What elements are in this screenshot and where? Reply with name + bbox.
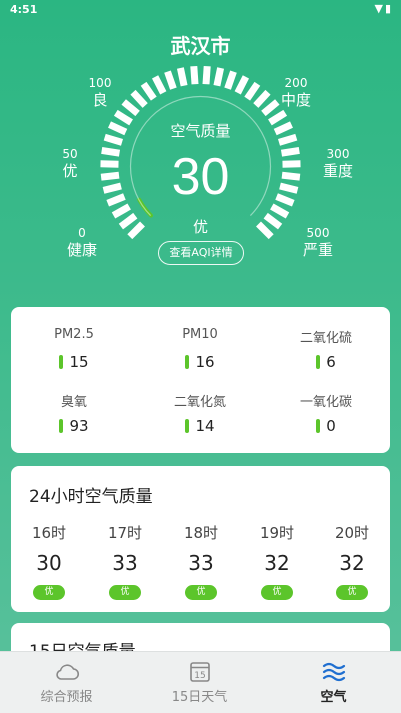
level-bar <box>185 355 190 369</box>
gauge-tick <box>213 67 225 87</box>
aqi-level-badge: 优 <box>336 585 368 600</box>
pollutant-card: PM2.5 15 PM10 16 二氧化硫 6 臭氧 93 二氧化氮 14 一氧… <box>11 307 390 453</box>
level-bar <box>59 419 64 433</box>
pollutant-pm10: PM10 16 <box>182 327 218 371</box>
hourly-aqi-card[interactable]: 24小时空气质量 16时 30 优 17时 33 优 18时 33 优 19时 … <box>11 466 390 612</box>
gauge-title: 空气质量 <box>170 122 231 140</box>
pollutant-pm25: PM2.5 15 <box>54 327 94 371</box>
level-bar <box>316 355 321 369</box>
aqi-value: 30 <box>171 148 230 206</box>
gauge-tick <box>140 81 157 101</box>
pollutant-so2: 二氧化硫 6 <box>299 331 352 371</box>
level-bar <box>59 355 64 369</box>
hour-item: 17时 33 优 <box>87 522 163 600</box>
nav-tab-air[interactable]: 空气 <box>267 652 400 713</box>
wifi-icon: ▼ <box>374 2 385 15</box>
hour-item: 20时 32 优 <box>314 522 390 600</box>
bottom-nav: 综合预报 15 15日天气 空气 <box>0 651 401 713</box>
city-title: 武汉市 <box>170 34 231 58</box>
gauge-tick <box>234 75 250 95</box>
scale-label-200: 200 中度 <box>280 76 311 109</box>
gauge-tick <box>202 65 211 85</box>
hour-item: 18时 33 优 <box>163 522 239 600</box>
hour-item: 16时 30 优 <box>11 522 87 600</box>
status-time: 4:51 <box>10 3 38 16</box>
gauge-tick <box>151 75 167 95</box>
gauge-tick <box>244 81 261 101</box>
aqi-level-badge: 优 <box>109 585 141 600</box>
aqi-level-badge: 优 <box>185 585 217 600</box>
status-bar: 4:51 ▼▮ <box>0 0 401 18</box>
gauge-tick <box>224 70 237 90</box>
gauge-tick <box>130 89 148 108</box>
wind-waves-icon <box>322 662 345 682</box>
gauge-tick <box>190 65 199 85</box>
calendar-15-icon: 15 <box>189 662 210 682</box>
hour-item: 19时 32 优 <box>239 522 315 600</box>
hourly-aqi-title: 24小时空气质量 <box>29 487 153 507</box>
pollutant-co: 一氧化碳 0 <box>299 395 352 435</box>
aqi-level-badge: 优 <box>261 585 293 600</box>
gauge-tick <box>164 70 177 90</box>
status-icons: ▼▮ <box>374 2 393 15</box>
gauge-tick <box>270 203 290 219</box>
aqi-level: 优 <box>192 218 208 236</box>
pollutant-o3: 臭氧 93 <box>59 395 89 435</box>
scale-label-100: 100 良 <box>88 76 112 109</box>
calendar-icon-text: 15 <box>194 671 205 681</box>
level-bar <box>316 419 321 433</box>
nav-tab-15day[interactable]: 15 15日天气 <box>133 652 266 713</box>
nav-tab-forecast[interactable]: 综合预报 <box>0 652 133 713</box>
battery-icon: ▮ <box>384 2 393 15</box>
level-bar <box>185 419 190 433</box>
aqi-detail-button[interactable]: 查看AQI详情 <box>158 241 244 265</box>
cloud-icon <box>55 664 79 680</box>
pollutant-no2: 二氧化氮 14 <box>173 395 226 435</box>
gauge-tick <box>111 203 131 219</box>
gauge-tick <box>176 67 188 87</box>
aqi-level-badge: 优 <box>33 585 65 600</box>
